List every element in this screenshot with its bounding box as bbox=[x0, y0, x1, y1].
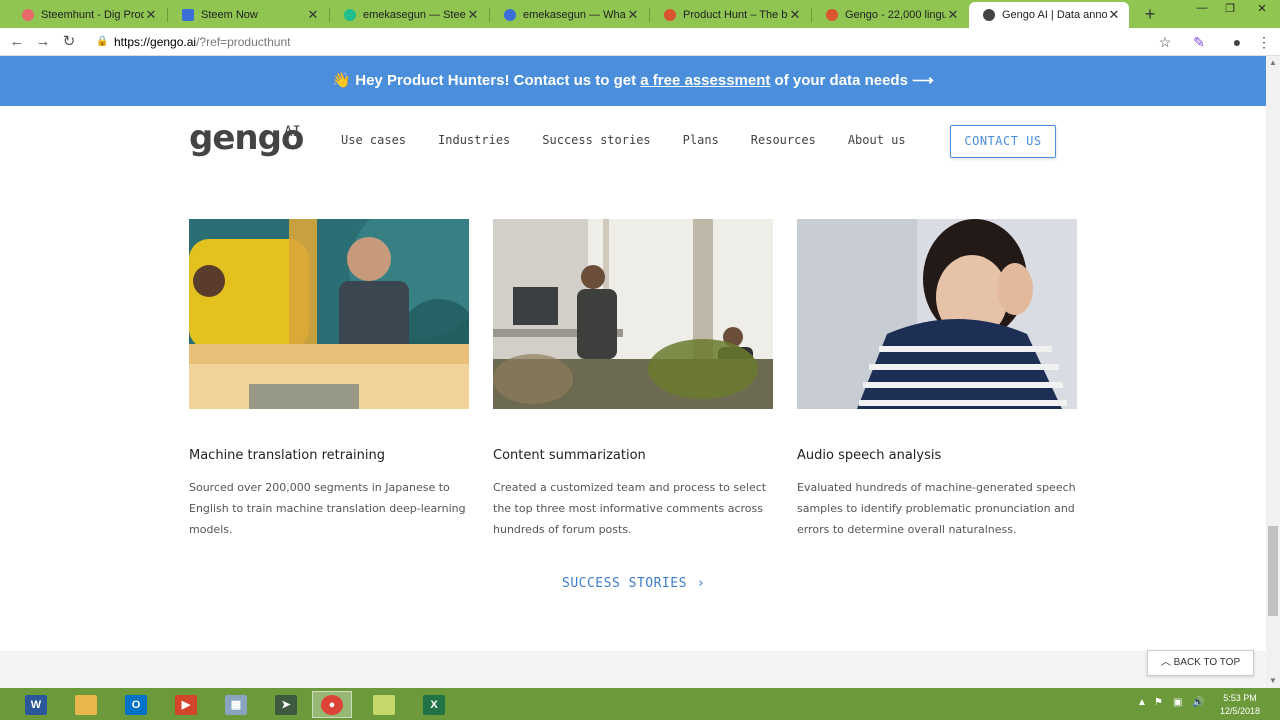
main-nav: Use cases Industries Success stories Pla… bbox=[341, 133, 938, 147]
reload-icon[interactable]: ↻ bbox=[59, 32, 79, 52]
word-app-icon[interactable]: W bbox=[16, 691, 56, 718]
tab-title: Gengo - 22,000 linguists bbox=[845, 9, 946, 21]
back-icon[interactable]: ← bbox=[7, 32, 27, 52]
card-title: Machine translation retraining bbox=[189, 448, 386, 463]
free-assessment-link[interactable]: a free assessment bbox=[640, 72, 770, 89]
browser-tab[interactable]: Steemhunt - Dig Product ✕ bbox=[8, 2, 166, 28]
nav-resources[interactable]: Resources bbox=[751, 133, 816, 147]
browser-tab[interactable]: Gengo - 22,000 linguists ✕ bbox=[812, 2, 968, 28]
steemit-icon bbox=[344, 9, 356, 21]
whaleshares-icon bbox=[504, 9, 516, 21]
case-card: Machine translation retraining Sourced o… bbox=[189, 219, 469, 540]
card-description: Evaluated hundreds of machine-generated … bbox=[797, 481, 1076, 536]
tab-title: Product Hunt – The best bbox=[683, 9, 788, 21]
address-bar[interactable]: 🔒 https://gengo.ai/?ref=producthunt bbox=[88, 31, 1184, 53]
card-title: Content summarization bbox=[493, 448, 646, 463]
page-scrollbar[interactable]: ▲ ▼ bbox=[1266, 56, 1280, 688]
tab-title: Steemhunt - Dig Product bbox=[41, 9, 144, 21]
footer-band bbox=[0, 651, 1266, 688]
banner-text-end: of your data needs ⟶ bbox=[770, 72, 934, 89]
browser-tab-active[interactable]: Gengo AI | Data annotatio ✕ bbox=[969, 2, 1129, 28]
new-tab-icon[interactable]: + bbox=[1140, 4, 1160, 25]
close-icon[interactable]: ✕ bbox=[1107, 7, 1121, 23]
browser-tab[interactable]: Product Hunt – The best ✕ bbox=[650, 2, 810, 28]
browser-tab[interactable]: emekasegun — Steemit ✕ bbox=[330, 2, 488, 28]
card-description: Created a customized team and process to… bbox=[493, 481, 767, 536]
bookmark-star-icon[interactable]: ☆ bbox=[1155, 32, 1175, 52]
card-description: Sourced over 200,000 segments in Japanes… bbox=[189, 481, 466, 536]
nav-about-us[interactable]: About us bbox=[848, 133, 906, 147]
producthunt-icon bbox=[664, 9, 676, 21]
tab-title: Steem Now bbox=[201, 9, 258, 21]
case-card: Audio speech analysis Evaluated hundreds… bbox=[797, 219, 1077, 540]
case-card: Content summarization Created a customiz… bbox=[493, 219, 773, 540]
close-icon[interactable]: ✕ bbox=[466, 7, 480, 23]
gengo-icon bbox=[983, 9, 995, 21]
scroll-up-icon[interactable]: ▲ bbox=[1269, 58, 1277, 67]
back-to-top-button[interactable]: ︿ BACK TO TOP bbox=[1147, 650, 1254, 676]
browser-toolbar: ← → ↻ 🔒 https://gengo.ai/?ref=producthun… bbox=[0, 28, 1280, 56]
office-photo bbox=[189, 219, 469, 409]
browser-tabstrip: Steemhunt - Dig Product ✕ Steem Now ✕ em… bbox=[0, 0, 1280, 28]
forward-icon[interactable]: → bbox=[33, 32, 53, 52]
close-icon[interactable]: ✕ bbox=[946, 7, 960, 23]
folder-app-icon[interactable] bbox=[364, 691, 404, 718]
volume-icon[interactable]: 🔊 bbox=[1192, 697, 1204, 708]
app-icon[interactable]: ➤ bbox=[266, 691, 306, 718]
clock-date: 12/5/2018 bbox=[1219, 706, 1261, 716]
minimize-icon[interactable]: — bbox=[1192, 2, 1212, 14]
excel-app-icon[interactable]: X bbox=[414, 691, 454, 718]
scroll-thumb[interactable] bbox=[1268, 526, 1278, 616]
nav-industries[interactable]: Industries bbox=[438, 133, 510, 147]
steemhunt-icon bbox=[22, 9, 34, 21]
network-icon[interactable]: ▣ bbox=[1173, 697, 1182, 708]
back-to-top-label: BACK TO TOP bbox=[1173, 657, 1241, 668]
wave-icon: 👋 bbox=[332, 72, 352, 89]
success-stories-label: SUCCESS STORIES bbox=[562, 576, 687, 591]
media-app-icon[interactable]: ▶ bbox=[166, 691, 206, 718]
chevron-right-icon: › bbox=[696, 576, 706, 591]
close-icon[interactable]: ✕ bbox=[144, 7, 158, 23]
clock-time: 5:53 PM bbox=[1223, 693, 1257, 703]
menu-icon[interactable]: ⋮ bbox=[1254, 32, 1274, 52]
banner-text: Hey Product Hunters! Contact us to get bbox=[351, 72, 641, 89]
scroll-down-icon[interactable]: ▼ bbox=[1269, 676, 1277, 685]
tab-title: emekasegun — Whalesh bbox=[523, 9, 626, 21]
nav-plans[interactable]: Plans bbox=[683, 133, 719, 147]
office-photo bbox=[493, 219, 773, 409]
close-icon[interactable]: ✕ bbox=[788, 7, 802, 23]
success-stories-link[interactable]: SUCCESS STORIES › bbox=[562, 576, 705, 591]
action-center-icon[interactable]: ⚑ bbox=[1154, 697, 1163, 708]
contact-us-button[interactable]: CONTACT US bbox=[950, 125, 1056, 158]
tab-title: emekasegun — Steemit bbox=[363, 9, 466, 21]
lock-icon: 🔒 bbox=[96, 36, 109, 47]
nav-use-cases[interactable]: Use cases bbox=[341, 133, 406, 147]
outlook-app-icon[interactable]: O bbox=[116, 691, 156, 718]
extension-icon[interactable]: ✎ bbox=[1189, 32, 1209, 52]
show-hidden-icons[interactable]: ▲ bbox=[1137, 697, 1147, 708]
logo-ai-suffix: AI bbox=[284, 124, 301, 140]
file-explorer-icon[interactable] bbox=[66, 691, 106, 718]
card-title: Audio speech analysis bbox=[797, 448, 942, 463]
chrome-app-icon[interactable]: ● bbox=[312, 691, 352, 718]
close-icon[interactable]: ✕ bbox=[626, 7, 640, 23]
producthunt-icon bbox=[826, 9, 838, 21]
profile-icon[interactable]: ● bbox=[1227, 32, 1247, 52]
window-close-icon[interactable]: ✕ bbox=[1252, 2, 1272, 15]
chevron-up-icon: ︿ bbox=[1160, 657, 1171, 668]
browser-tab[interactable]: emekasegun — Whalesh ✕ bbox=[490, 2, 648, 28]
close-icon[interactable]: ✕ bbox=[306, 7, 320, 23]
url-host: https://gengo.ai bbox=[114, 35, 197, 49]
url-path: /?ref=producthunt bbox=[196, 35, 291, 49]
restore-icon[interactable]: ❐ bbox=[1220, 2, 1240, 15]
tab-title: Gengo AI | Data annotatio bbox=[1002, 9, 1107, 21]
taskbar-clock[interactable]: 5:53 PM 12/5/2018 bbox=[1210, 692, 1270, 718]
nav-success-stories[interactable]: Success stories bbox=[542, 133, 650, 147]
steem-icon bbox=[182, 9, 194, 21]
woman-photo bbox=[797, 219, 1077, 409]
browser-tab[interactable]: Steem Now ✕ bbox=[168, 2, 328, 28]
windows-taskbar: W O ▶ ▦ ➤ ● X ▲ ⚑ ▣ 🔊 bbox=[0, 688, 1280, 720]
promo-banner: 👋 Hey Product Hunters! Contact us to get… bbox=[0, 56, 1266, 106]
calculator-icon[interactable]: ▦ bbox=[216, 691, 256, 718]
